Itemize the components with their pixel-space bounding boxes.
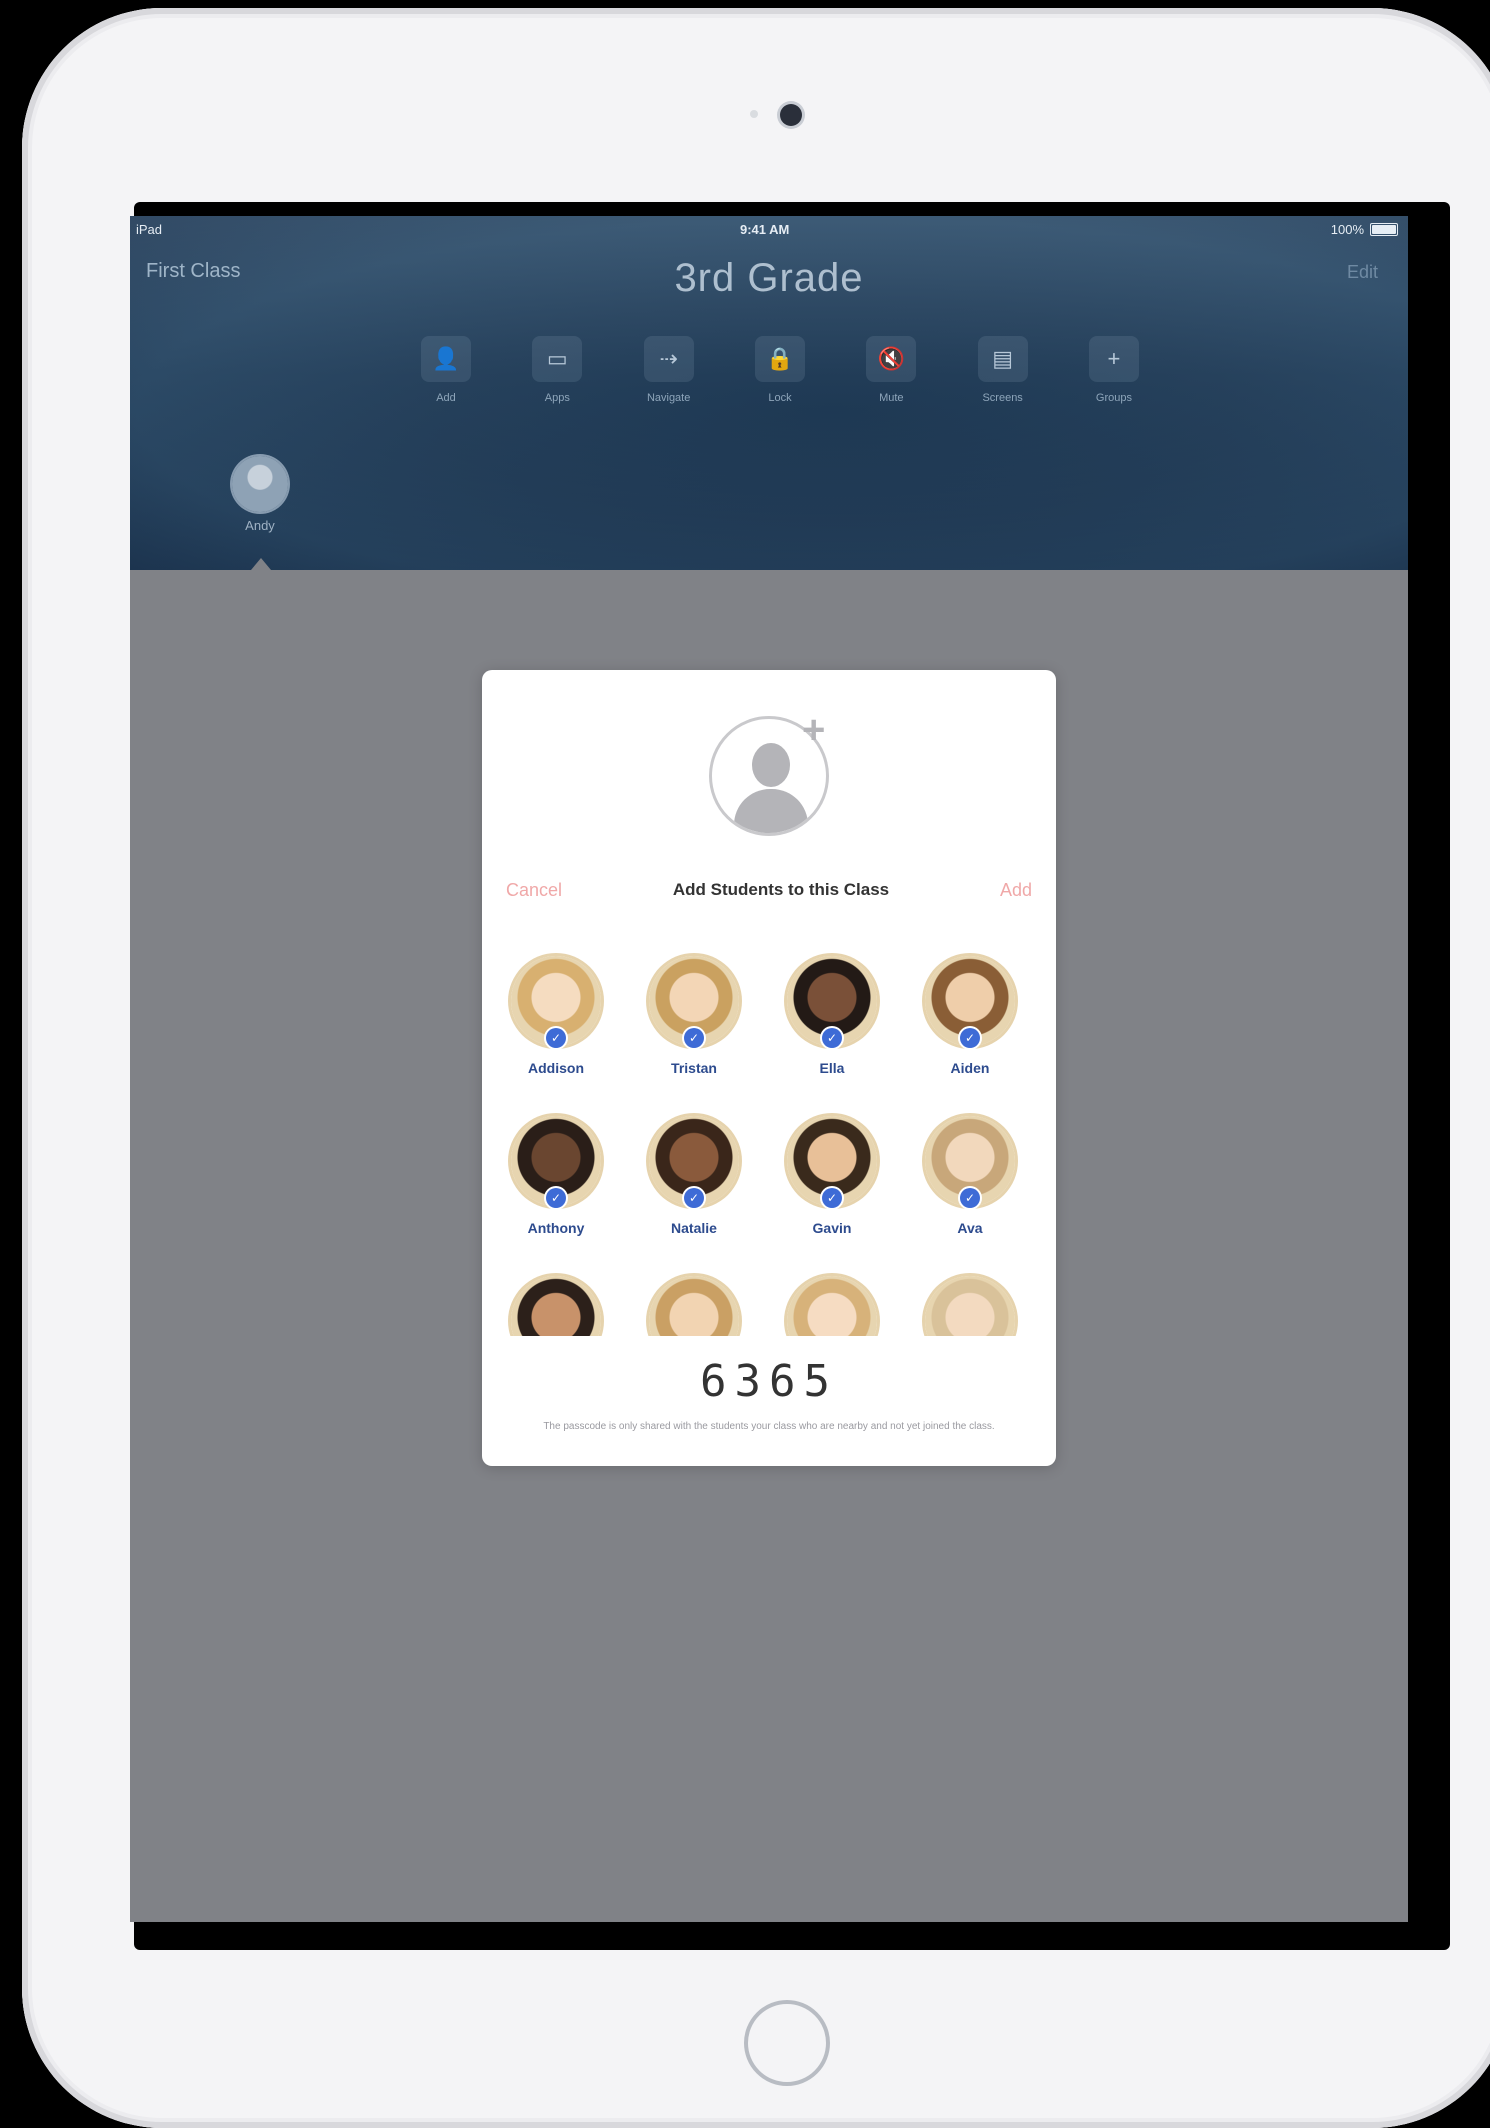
student-item[interactable]: ✓ Gavin (782, 1116, 882, 1236)
student-item[interactable] (644, 1276, 744, 1336)
home-button[interactable] (744, 2000, 830, 2086)
student-photo (925, 1276, 1015, 1336)
checkmark-icon: ✓ (960, 1188, 980, 1208)
student-item[interactable]: ✓ Ava (920, 1116, 1020, 1236)
plus-icon: + (1088, 336, 1139, 382)
cancel-button[interactable]: Cancel (506, 880, 562, 901)
dialog-title: Add Students to this Class (672, 880, 890, 899)
sensor-dot (750, 110, 758, 118)
apps-icon: ▭ (532, 336, 583, 382)
student-photo: ✓ (511, 956, 601, 1048)
toolbar-label: Mute (879, 392, 904, 404)
add-students-dialog: + Cancel Add Students to this Class Add … (482, 670, 1056, 1466)
student-tab[interactable]: Andy (232, 456, 288, 533)
toolbar-mute-button[interactable]: 🔇 Mute (845, 336, 937, 426)
student-photo (649, 1276, 739, 1336)
battery-icon (1370, 223, 1398, 236)
student-photo: ✓ (925, 1116, 1015, 1208)
edit-button[interactable]: Edit (1347, 262, 1378, 283)
student-item[interactable] (782, 1276, 882, 1336)
student-photo: ✓ (511, 1116, 601, 1208)
toolbar-label: Add (436, 392, 456, 404)
toolbar-lock-button[interactable]: 🔒 Lock (734, 336, 826, 426)
screen: iPad 9:41 AM 100% First Class 3rd Grade … (130, 216, 1408, 1922)
checkmark-icon: ✓ (960, 1028, 980, 1048)
toolbar-navigate-button[interactable]: ⇢ Navigate (623, 336, 715, 426)
lock-icon: 🔒 (754, 336, 805, 382)
student-item[interactable]: ✓ Ella (782, 956, 882, 1076)
selection-caret (251, 558, 271, 570)
student-photo (787, 1276, 877, 1336)
mute-icon: 🔇 (866, 336, 917, 382)
toolbar-apps-button[interactable]: ▭ Apps (511, 336, 603, 426)
checkmark-icon: ✓ (684, 1028, 704, 1048)
navigate-icon: ⇢ (643, 336, 694, 382)
passcode-note: The passcode is only shared with the stu… (543, 1421, 995, 1432)
battery-fill (1372, 225, 1396, 234)
status-battery: 100% (1331, 222, 1398, 237)
checkmark-icon: ✓ (822, 1028, 842, 1048)
class-code: 6365 (700, 1356, 838, 1407)
student-item[interactable]: ✓ Aiden (920, 956, 1020, 1076)
student-item[interactable]: ✓ Tristan (644, 956, 744, 1076)
battery-percent: 100% (1330, 222, 1364, 237)
student-name: Aiden (950, 1060, 990, 1076)
student-photo: ✓ (649, 1116, 739, 1208)
student-item[interactable]: ✓ Addison (506, 956, 606, 1076)
checkmark-icon: ✓ (546, 1188, 566, 1208)
person-icon: 👤 (421, 336, 471, 382)
status-carrier: iPad (136, 222, 163, 237)
student-tab-label: Andy (245, 518, 275, 533)
student-name: Gavin (812, 1220, 852, 1236)
student-item[interactable] (920, 1276, 1020, 1336)
student-name: Tristan (671, 1060, 717, 1076)
student-photo: ✓ (925, 956, 1015, 1048)
toolbar-screens-button[interactable]: ▤ Screens (957, 336, 1049, 426)
page-title: 3rd Grade (674, 256, 864, 300)
checkmark-icon: ✓ (822, 1188, 842, 1208)
front-camera (780, 104, 802, 126)
student-name: Ava (957, 1220, 983, 1236)
dialog-header: Cancel Add Students to this Class Add (506, 874, 1032, 906)
add-button[interactable]: Add (1000, 880, 1032, 901)
student-name: Anthony (527, 1220, 585, 1236)
toolbar-label: Lock (768, 392, 792, 404)
toolbar-label: Navigate (646, 392, 691, 404)
plus-icon: + (802, 708, 826, 752)
student-item[interactable]: ✓ Anthony (506, 1116, 606, 1236)
student-photo: ✓ (787, 1116, 877, 1208)
student-photo: ✓ (649, 956, 739, 1048)
toolbar-add-button[interactable]: 👤 Add (400, 336, 492, 426)
toolbar-label: Screens (982, 392, 1023, 404)
student-name: Ella (819, 1060, 845, 1076)
toolbar-label: Groups (1095, 392, 1132, 404)
student-name: Natalie (671, 1220, 717, 1236)
student-item[interactable] (506, 1276, 606, 1336)
screen-icon: ▤ (977, 336, 1028, 382)
toolbar-label: Apps (544, 392, 570, 404)
student-photo (511, 1276, 601, 1336)
avatar (232, 456, 288, 512)
checkmark-icon: ✓ (546, 1028, 566, 1048)
status-time: 9:41 AM (740, 222, 790, 237)
class-header: iPad 9:41 AM 100% First Class 3rd Grade … (130, 216, 1408, 570)
student-grid: ✓ Addison ✓ Tristan ✓ Ella ✓ Aiden ✓ Anthony ✓ Nata… (506, 946, 1032, 1336)
action-toolbar: 👤 Add ▭ Apps ⇢ Navigate 🔒 Lock 🔇 Mute ▤ Screens + Gro… (400, 336, 1160, 426)
checkmark-icon: ✓ (684, 1188, 704, 1208)
student-name: Addison (528, 1060, 584, 1076)
toolbar-groups-button[interactable]: + Groups (1068, 336, 1160, 426)
student-photo: ✓ (787, 956, 877, 1048)
student-item[interactable]: ✓ Natalie (644, 1116, 744, 1236)
